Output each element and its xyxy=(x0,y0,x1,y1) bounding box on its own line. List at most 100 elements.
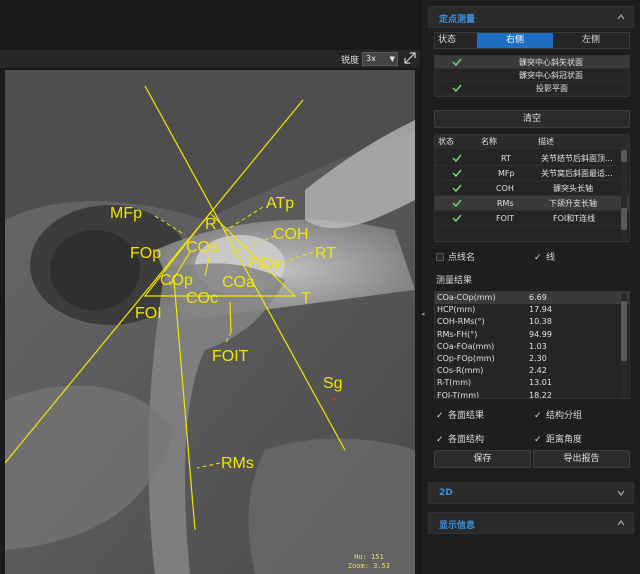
table-row[interactable]: MFp 关节窝后斜面最适... xyxy=(435,166,629,181)
checkbox-label: 线 xyxy=(546,253,556,263)
option-checkbox[interactable]: ✓ 各面结构 xyxy=(436,432,484,445)
scrollbar-thumb[interactable] xyxy=(621,208,627,230)
section-point-measure-header[interactable]: 定点测量 xyxy=(428,6,634,28)
result-row[interactable]: R-T(mm) 13.01 xyxy=(435,377,629,389)
export-report-button[interactable]: 导出报告 xyxy=(533,450,630,468)
result-name: HCP(mm) xyxy=(437,305,476,315)
landmark-label: Sg xyxy=(323,375,343,392)
expand-icon[interactable] xyxy=(403,51,417,65)
results-scrollbar[interactable] xyxy=(621,293,627,397)
scroll-up-arrow-icon[interactable] xyxy=(621,150,627,162)
check-icon[interactable] xyxy=(452,169,462,177)
result-row[interactable]: HCP(mm) 17.94 xyxy=(435,304,629,316)
result-value: 2.30 xyxy=(529,353,547,363)
line-checkbox[interactable]: ✓ 线 xyxy=(534,250,555,263)
structure-name: FOIT xyxy=(496,214,515,223)
checkbox-box[interactable] xyxy=(436,253,444,261)
ct-slice-image[interactable]: MFp R ATp FOp COs COH RT COp FOa COa T F… xyxy=(5,70,415,574)
plane-label: 髁突中心斜冠状面 xyxy=(519,71,583,80)
check-icon[interactable]: ✓ xyxy=(534,253,544,263)
check-icon[interactable] xyxy=(452,184,462,192)
option-checkbox[interactable]: ✓ 结构分组 xyxy=(534,408,582,421)
check-icon[interactable]: ✓ xyxy=(436,435,446,445)
clear-button[interactable]: 清空 xyxy=(434,110,630,128)
result-value: 13.01 xyxy=(529,378,552,388)
checkbox-label: 各面结构 xyxy=(448,435,485,445)
tab-right[interactable]: 右侧 xyxy=(477,33,553,48)
checkbox-label: 结构分组 xyxy=(546,411,583,421)
result-row[interactable]: RMs-FH(°) 94.99 xyxy=(435,329,629,341)
table-row[interactable]: FOIT FOI和T连线 xyxy=(435,211,629,226)
result-row[interactable]: FOI-T(mm) 18.22 xyxy=(435,390,629,399)
check-icon[interactable] xyxy=(452,84,462,92)
result-name: COs-R(mm) xyxy=(437,366,484,376)
result-name: COa-COp(mm) xyxy=(437,293,496,302)
result-name: FOI-T(mm) xyxy=(437,390,480,399)
image-viewer[interactable]: 锐度 3x ▼ MFp R ATp FOp COs COH RT COp FOa… xyxy=(0,0,420,574)
tab-left[interactable]: 左侧 xyxy=(553,33,629,48)
structure-name: COH xyxy=(496,184,514,193)
side-status-label: 状态 xyxy=(438,35,457,45)
show-point-name-checkbox[interactable]: 点线名 xyxy=(436,250,475,263)
table-row[interactable]: RT 关节结节后斜面顶... xyxy=(435,151,629,166)
check-icon[interactable]: ✓ xyxy=(534,435,544,445)
check-icon[interactable]: ✓ xyxy=(436,411,446,421)
checkbox-label: 点线名 xyxy=(448,253,476,263)
result-name: COp-FOp(mm) xyxy=(437,353,495,363)
result-name: RMs-FH(°) xyxy=(437,329,478,339)
result-value: 1.03 xyxy=(529,341,547,351)
structure-desc: 关节结节后斜面顶... xyxy=(541,154,613,163)
table-row[interactable]: 投影平面 xyxy=(435,82,629,95)
column-header: 描述 xyxy=(538,137,554,146)
landmark-label: RMs xyxy=(221,455,254,472)
structure-name: RT xyxy=(501,154,511,163)
landmark-label: FOI xyxy=(135,305,162,322)
landmark-label: MFp xyxy=(110,205,142,222)
chevron-down-icon xyxy=(617,490,625,496)
check-icon[interactable]: ✓ xyxy=(534,411,544,421)
result-row[interactable]: COp-FOp(mm) 2.30 xyxy=(435,353,629,365)
check-icon[interactable] xyxy=(452,58,462,66)
structure-desc: 髁突头长轴 xyxy=(553,184,593,193)
result-row[interactable]: COa-COp(mm) 6.69 xyxy=(435,292,629,305)
option-checkbox[interactable]: ✓ 各面结果 xyxy=(436,408,484,421)
scrollbar-thumb[interactable] xyxy=(621,301,627,361)
section-display-info-header[interactable]: 显示信息 xyxy=(428,512,634,534)
check-icon[interactable] xyxy=(452,214,462,222)
result-row[interactable]: COs-R(mm) 2.42 xyxy=(435,365,629,377)
option-checkbox[interactable]: ✓ 距离角度 xyxy=(534,432,582,445)
caret-down-icon: ▼ xyxy=(389,55,395,63)
table-row[interactable]: 髁突中心斜冠状面 xyxy=(435,69,629,82)
section-2d-header[interactable]: 2D xyxy=(428,482,634,504)
result-name: R-T(mm) xyxy=(437,378,472,388)
result-value: 94.99 xyxy=(529,329,552,339)
check-icon[interactable] xyxy=(452,199,462,207)
structure-table: 状态 名称 描述 RT 关节结节后斜面顶... MFp 关节窝后斜面最适... … xyxy=(434,134,630,242)
table-row[interactable]: 髁突中心斜矢状面 xyxy=(435,56,629,69)
landmark-label: COH xyxy=(273,226,309,243)
section-title: 2D xyxy=(439,488,453,498)
save-button[interactable]: 保存 xyxy=(434,450,531,468)
table-row[interactable]: COH 髁突头长轴 xyxy=(435,181,629,196)
zoom-value: Zoom: 3.53 xyxy=(347,562,390,570)
sharpness-label: 锐度 xyxy=(341,56,360,66)
check-icon[interactable] xyxy=(452,154,462,162)
landmark-label: COc xyxy=(186,290,218,307)
chevron-up-icon xyxy=(617,14,625,20)
result-row[interactable]: COa-FOa(mm) 1.03 xyxy=(435,341,629,353)
results-title: 测量结果 xyxy=(436,276,473,286)
checkbox-label: 距离角度 xyxy=(546,435,583,445)
structure-name: RMs xyxy=(497,199,514,208)
sharpness-select[interactable]: 3x ▼ xyxy=(362,52,398,66)
result-value: 10.38 xyxy=(529,317,552,327)
table-row[interactable]: RMs 下颌升支长轴 xyxy=(435,196,629,211)
landmark-label: RT xyxy=(315,245,336,262)
result-row[interactable]: COH-RMs(°) 10.38 xyxy=(435,316,629,328)
structure-scrollbar[interactable] xyxy=(621,150,627,240)
collapse-arrow-icon[interactable]: ◂ xyxy=(421,310,425,318)
landmark-label: COa xyxy=(222,274,255,291)
landmark-label: FOIT xyxy=(212,348,249,365)
result-value: 6.69 xyxy=(529,293,547,302)
checkbox-label: 各面结果 xyxy=(448,411,485,421)
hu-value: Hu: 151 xyxy=(354,553,384,561)
